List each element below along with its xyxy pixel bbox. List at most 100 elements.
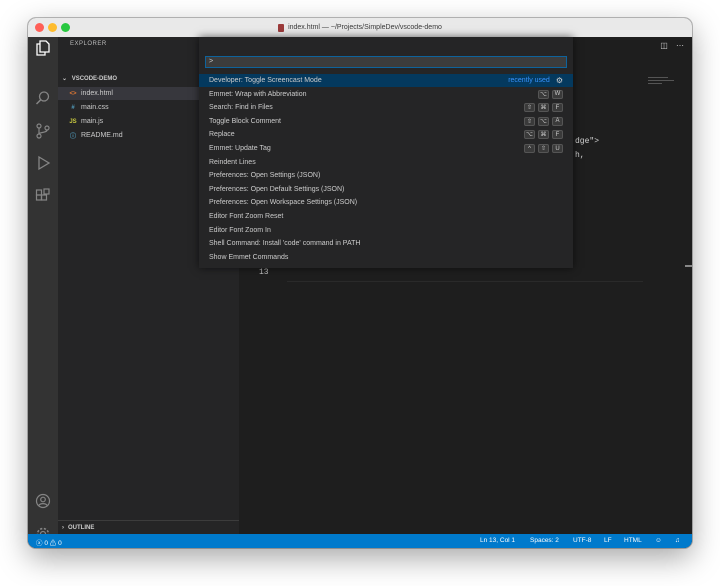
file-name: README.md xyxy=(81,132,123,139)
command-item[interactable]: Toggle Block Comment ⇧ ⌥ A xyxy=(199,115,573,128)
title-bar: index.html — ~/Projects/SimpleDev/vscode… xyxy=(28,18,692,38)
command-item[interactable]: Editor Font Zoom Reset xyxy=(199,210,573,223)
keybinding: ⇧ ⌘ F xyxy=(521,103,563,113)
keycap: ⇧ xyxy=(524,103,535,113)
command-label: Preferences: Open Settings (JSON) xyxy=(209,172,321,180)
keycap: A xyxy=(552,116,563,126)
command-label: Preferences: Open Default Settings (JSON… xyxy=(209,185,345,193)
keybinding: ⌥ W xyxy=(535,89,563,99)
error-count: 0 xyxy=(44,540,48,547)
keycap: ⌘ xyxy=(538,130,549,140)
split-editor-icon[interactable]: ◫ xyxy=(660,41,668,50)
keycap: ⇧ xyxy=(538,144,549,153)
command-item[interactable]: Reindent Lines xyxy=(199,156,573,169)
error-icon: ⓧ xyxy=(36,540,43,547)
code-fragment: h, xyxy=(575,151,585,160)
sidebar-title: EXPLORER xyxy=(70,41,107,47)
indentation-setting[interactable]: Spaces: 2 xyxy=(530,537,559,544)
minimap[interactable] xyxy=(648,77,678,87)
problems-indicator[interactable]: ⓧ 0 ⚠ 0 xyxy=(36,537,62,547)
command-item[interactable]: Emmet: Update Tag ^ ⇧ U xyxy=(199,142,573,155)
workspace-folder-header[interactable]: ⌄ VSCODE-DEMO xyxy=(62,75,117,82)
command-item[interactable]: Preferences: Open Settings (JSON) xyxy=(199,169,573,182)
run-debug-icon[interactable] xyxy=(35,155,51,171)
command-label: Emmet: Wrap with Abbreviation xyxy=(209,90,307,98)
file-encoding[interactable]: UTF-8 xyxy=(573,537,591,544)
file-name: index.html xyxy=(81,90,113,97)
window-title-area: index.html — ~/Projects/SimpleDev/vscode… xyxy=(28,18,692,37)
css-file-icon: # xyxy=(71,104,75,111)
document-icon xyxy=(278,23,285,32)
command-item[interactable]: Preferences: Open Workspace Settings (JS… xyxy=(199,196,573,209)
explorer-icon[interactable] xyxy=(35,40,51,56)
end-of-line[interactable]: LF xyxy=(604,537,612,544)
notifications-bell-icon[interactable]: ♫ xyxy=(675,537,680,544)
editor-actions: ◫ ⋯ xyxy=(654,41,684,50)
keycap: ⌥ xyxy=(538,116,549,126)
window-title: index.html — ~/Projects/SimpleDev/vscode… xyxy=(288,24,442,31)
file-name: main.css xyxy=(81,104,109,111)
current-line-highlight xyxy=(287,281,643,282)
feedback-icon[interactable]: ☺ xyxy=(655,537,662,544)
keycap: W xyxy=(552,89,563,99)
command-label: Search: Find in Files xyxy=(209,104,273,112)
scrollbar-marker[interactable] xyxy=(685,265,692,267)
html-file-icon: <> xyxy=(69,90,77,97)
status-bar: ⓧ 0 ⚠ 0 Ln 13, Col 1 Spaces: 2 UTF-8 LF … xyxy=(28,534,692,548)
command-item[interactable]: Show Emmet Commands xyxy=(199,251,573,264)
configure-keybinding-gear-icon[interactable]: ⚙ xyxy=(556,76,563,85)
command-item[interactable]: Shell Command: Install 'code' command in… xyxy=(199,237,573,250)
outline-section-header[interactable]: › OUTLINE xyxy=(58,520,239,535)
outline-label: OUTLINE xyxy=(68,525,95,531)
command-label: Replace xyxy=(209,131,235,139)
command-label: Emmet: Update Tag xyxy=(209,145,271,152)
js-file-icon: JS xyxy=(69,118,77,125)
command-palette-input[interactable]: > xyxy=(205,56,567,68)
search-icon[interactable] xyxy=(35,90,51,106)
keycap: F xyxy=(552,130,563,140)
more-actions-icon[interactable]: ⋯ xyxy=(676,41,684,50)
chevron-down-icon: ⌄ xyxy=(62,76,68,82)
keycap: ⇧ xyxy=(524,116,535,126)
command-item[interactable]: Emmet: Wrap with Abbreviation ⌥ W xyxy=(199,88,573,101)
source-control-icon[interactable] xyxy=(35,123,51,139)
command-label: Reindent Lines xyxy=(209,158,256,166)
command-item[interactable]: Replace ⌥ ⌘ F xyxy=(199,128,573,141)
chevron-right-icon: › xyxy=(62,525,64,531)
line-number: 13 xyxy=(259,268,269,277)
keybinding: ^ ⇧ U xyxy=(521,144,563,153)
command-palette: > Developer: Toggle Screencast Mode recen… xyxy=(199,37,573,268)
command-item[interactable]: Editor Font Zoom In xyxy=(199,224,573,237)
keycap: ^ xyxy=(524,144,535,153)
command-label: Editor Font Zoom In xyxy=(209,226,271,234)
command-label: Preferences: Open Workspace Settings (JS… xyxy=(209,199,358,207)
keybinding: ⇧ ⌥ A xyxy=(521,116,563,126)
account-icon[interactable] xyxy=(35,493,51,509)
workspace-folder-name: VSCODE-DEMO xyxy=(71,76,118,82)
language-mode[interactable]: HTML xyxy=(624,537,642,544)
keycap: ⌘ xyxy=(538,103,549,113)
keycap: F xyxy=(552,103,563,113)
command-label: Editor Font Zoom Reset xyxy=(209,213,284,220)
recently-used-label: recently used xyxy=(508,77,550,84)
warning-count: 0 xyxy=(58,540,62,547)
command-label: Toggle Block Comment xyxy=(209,117,281,125)
vscode-window: index.html — ~/Projects/SimpleDev/vscode… xyxy=(28,18,692,548)
keycap: ⌥ xyxy=(524,130,535,140)
keycap: U xyxy=(552,144,563,153)
extensions-icon[interactable] xyxy=(35,188,51,204)
command-item[interactable]: Search: Find in Files ⇧ ⌘ F xyxy=(199,101,573,114)
command-label: Developer: Toggle Screencast Mode xyxy=(209,77,322,84)
info-file-icon: ⓘ xyxy=(69,134,76,140)
activity-bar xyxy=(28,37,58,541)
command-item[interactable]: Developer: Toggle Screencast Mode recentl… xyxy=(199,74,573,87)
keycap: ⌥ xyxy=(538,89,549,99)
keybinding: ⌥ ⌘ F xyxy=(521,130,563,140)
command-item[interactable]: Preferences: Open Default Settings (JSON… xyxy=(199,183,573,196)
code-fragment: dge"> xyxy=(575,137,600,146)
file-name: main.js xyxy=(81,118,104,125)
cursor-position[interactable]: Ln 13, Col 1 xyxy=(480,537,515,544)
command-label: Show Emmet Commands xyxy=(209,253,289,261)
command-label: Shell Command: Install 'code' command in… xyxy=(209,240,361,248)
warning-icon: ⚠ xyxy=(49,540,57,547)
